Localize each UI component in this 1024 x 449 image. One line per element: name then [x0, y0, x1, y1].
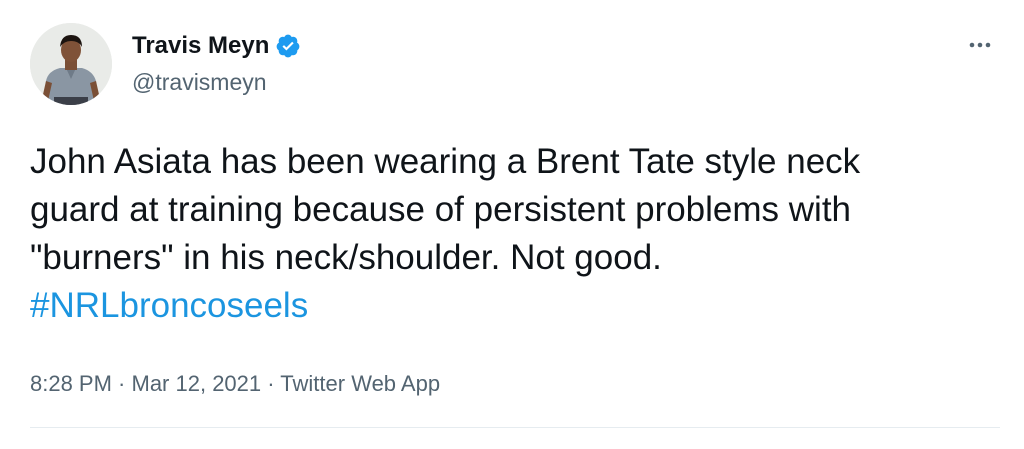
- avatar-photo-icon: [30, 23, 112, 105]
- verified-badge-icon: [275, 33, 301, 59]
- tweet-text-line: John Asiata has been wearing a Brent Tat…: [30, 142, 861, 181]
- tweet-card: Travis Meyn @travismeyn John Asiata has …: [0, 0, 1024, 449]
- divider: [30, 427, 1000, 428]
- tweet-text-line: guard at training because of persistent …: [30, 190, 852, 229]
- meta-separator: ·: [111, 371, 132, 396]
- tweet-date: Mar 12, 2021: [131, 371, 262, 396]
- tweet-text: John Asiata has been wearing a Brent Tat…: [30, 138, 990, 330]
- author-display-name[interactable]: Travis Meyn: [132, 31, 269, 61]
- more-options-icon: [969, 42, 991, 48]
- author-handle[interactable]: @travismeyn: [132, 68, 267, 96]
- author-name-row: Travis Meyn: [132, 31, 301, 61]
- tweet-metadata: 8:28 PM · Mar 12, 2021 · Twitter Web App: [30, 370, 440, 398]
- more-options-button[interactable]: [960, 30, 1000, 60]
- meta-separator: ·: [261, 371, 281, 396]
- avatar[interactable]: [30, 23, 112, 105]
- hashtag-link[interactable]: #NRLbroncoseels: [30, 282, 990, 330]
- tweet-text-line: "burners" in his neck/shoulder. Not good…: [30, 238, 662, 277]
- tweet-source-link[interactable]: Twitter Web App: [280, 371, 440, 396]
- tweet-time: 8:28 PM: [30, 371, 112, 396]
- tweet-timestamp-link[interactable]: 8:28 PM · Mar 12, 2021: [30, 371, 261, 396]
